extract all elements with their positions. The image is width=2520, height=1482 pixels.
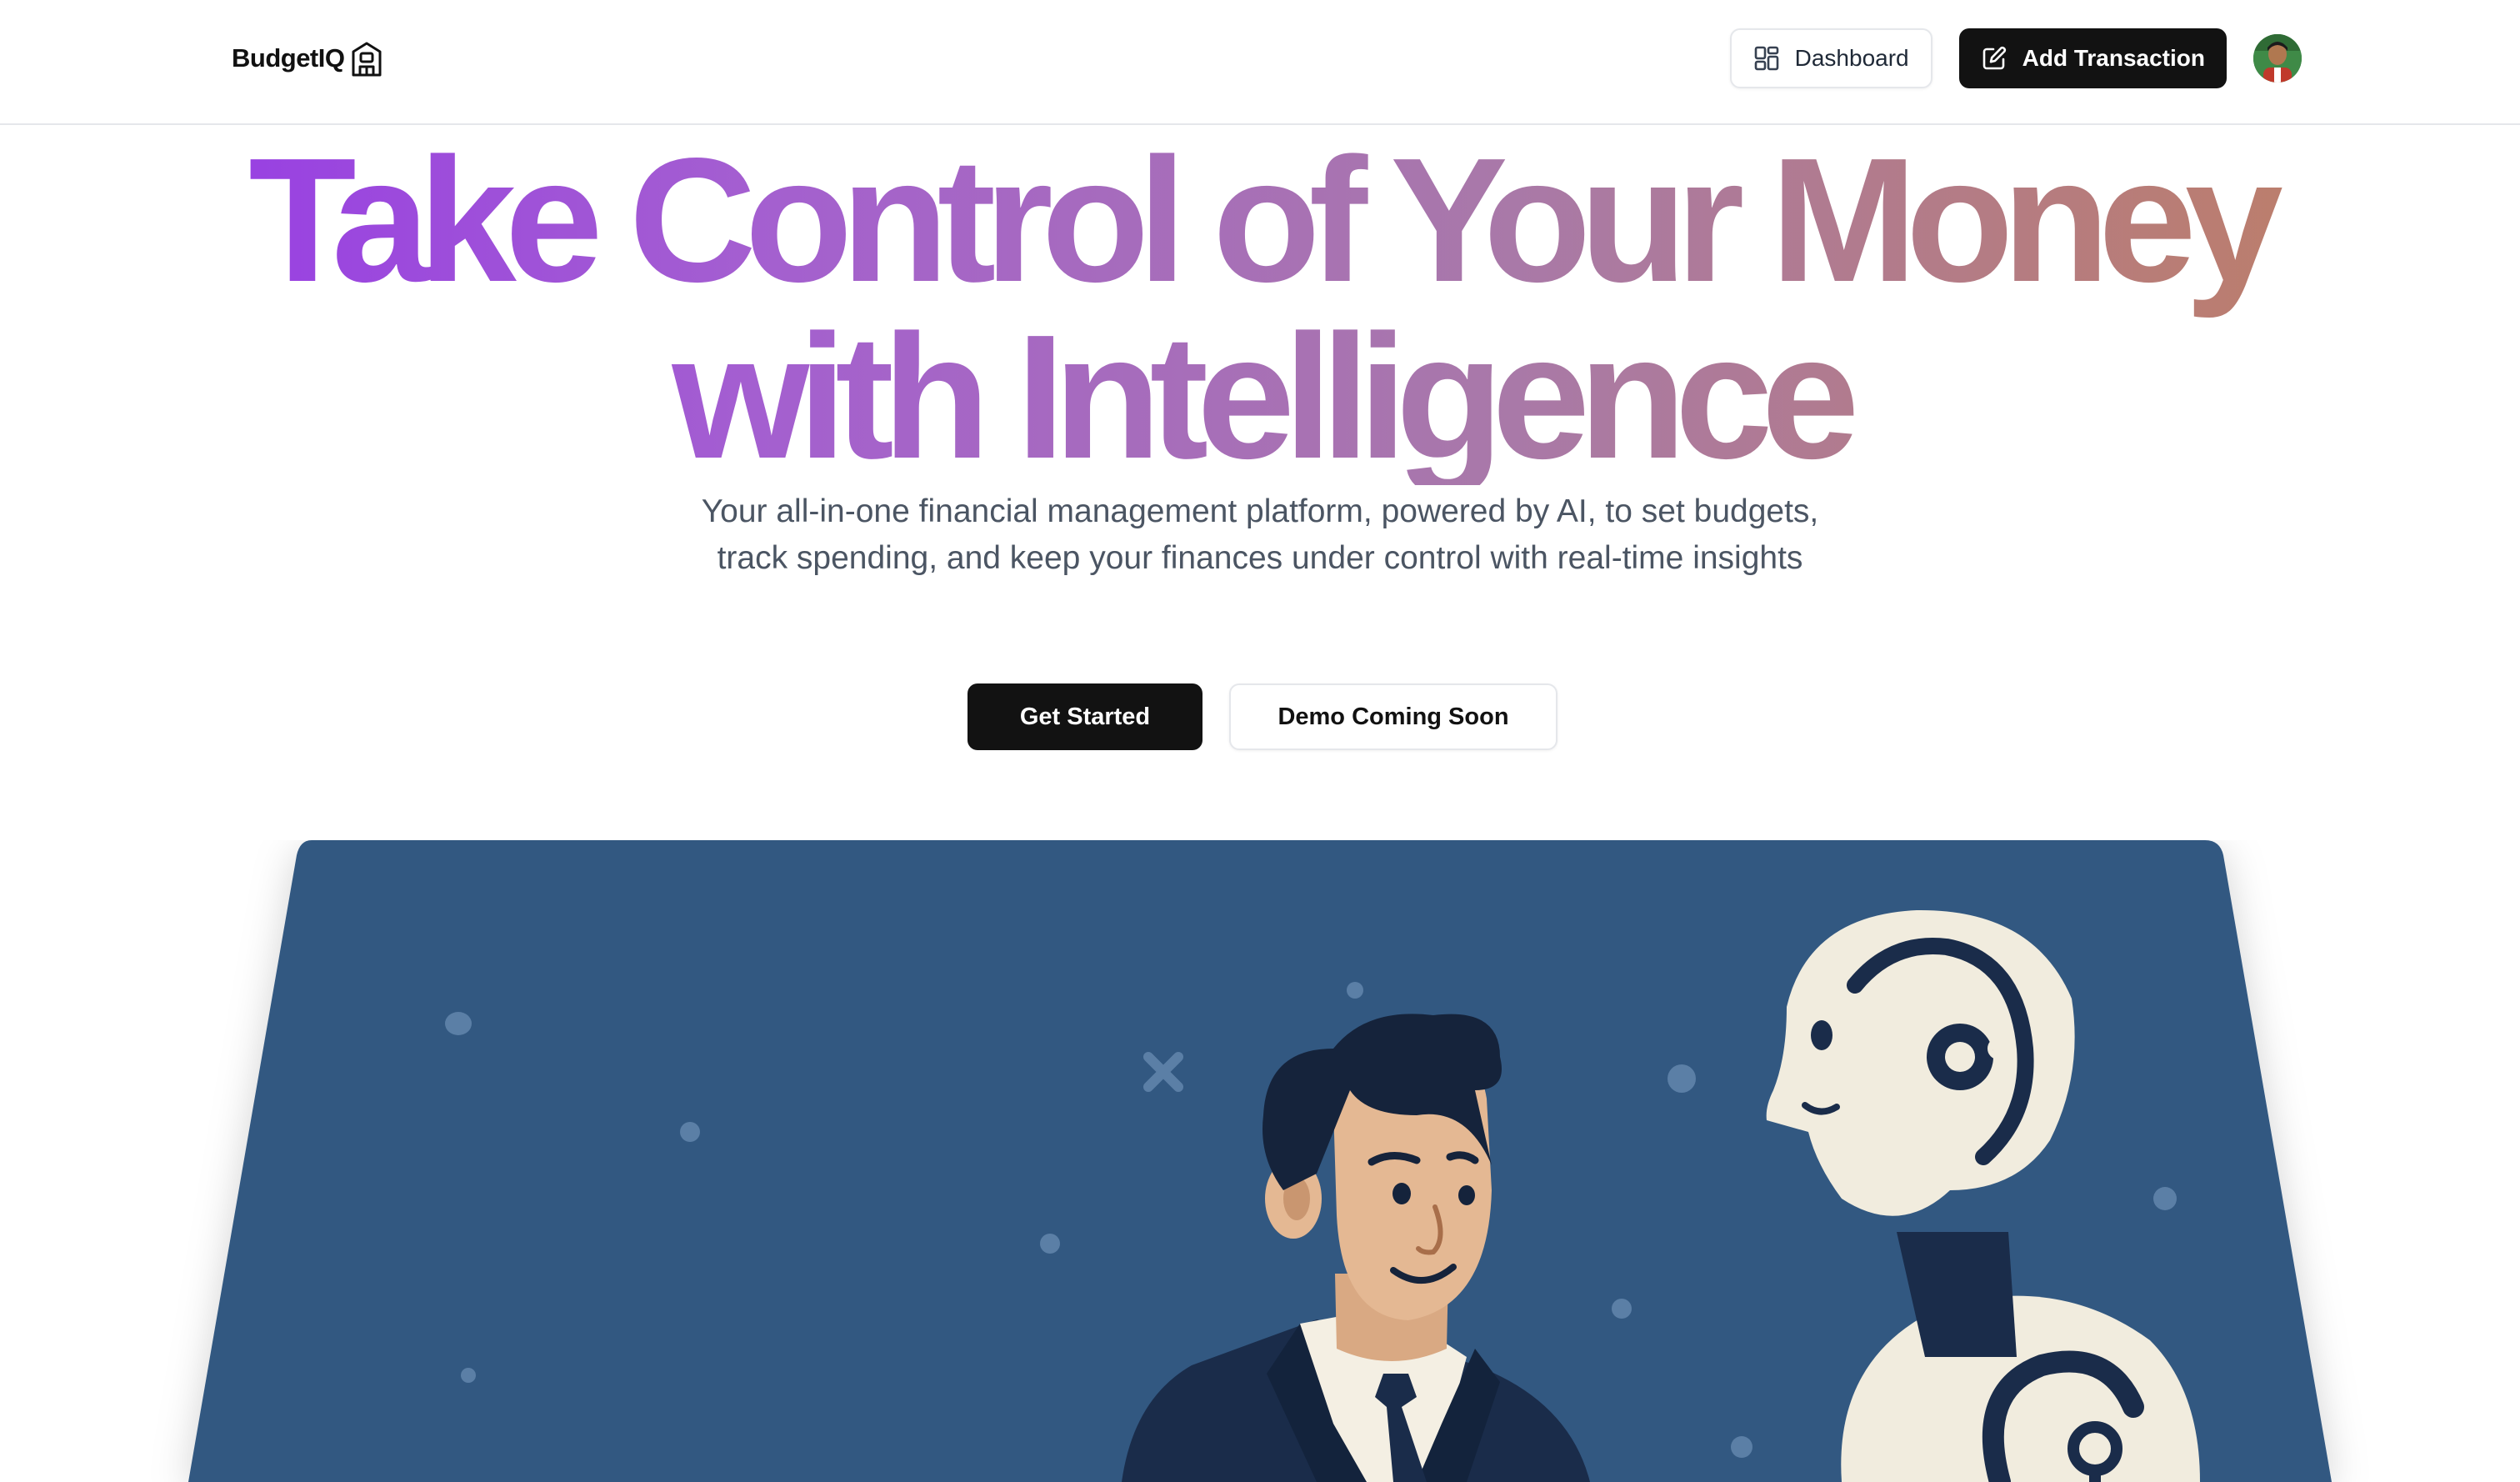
top-navbar: BudgetIQ Dashboard Add Transaction — [0, 0, 2520, 125]
hero-cta-group: Get Started Demo Coming Soon — [0, 683, 2520, 750]
add-transaction-label: Add Transaction — [2022, 45, 2205, 71]
add-transaction-button[interactable]: Add Transaction — [1958, 28, 2227, 88]
hero-title: Take Control of Your Money with Intellig… — [0, 132, 2520, 485]
dashboard-button[interactable]: Dashboard — [1729, 28, 1932, 88]
logo-text: BudgetIQ — [232, 43, 345, 73]
dashboard-label: Dashboard — [1794, 45, 1909, 71]
demo-coming-soon-button[interactable]: Demo Coming Soon — [1229, 683, 1558, 750]
logo[interactable]: BudgetIQ — [232, 37, 383, 80]
building-icon — [352, 42, 381, 77]
hero-title-line-2: with Intelligence — [672, 298, 1848, 495]
grid-icon — [1754, 46, 1778, 71]
hero-illustration — [188, 840, 2332, 1482]
hero-subtitle: Your all-in-one financial management pla… — [701, 493, 1819, 576]
get-started-button[interactable]: Get Started — [968, 683, 1202, 750]
user-avatar[interactable] — [2253, 34, 2302, 83]
pen-square-icon — [1982, 46, 2006, 70]
avatar-image — [2253, 34, 2302, 83]
header-actions: Dashboard Add Transaction — [1729, 28, 2302, 88]
hero-title-line-1: Take Control of Your Money — [248, 121, 2272, 318]
